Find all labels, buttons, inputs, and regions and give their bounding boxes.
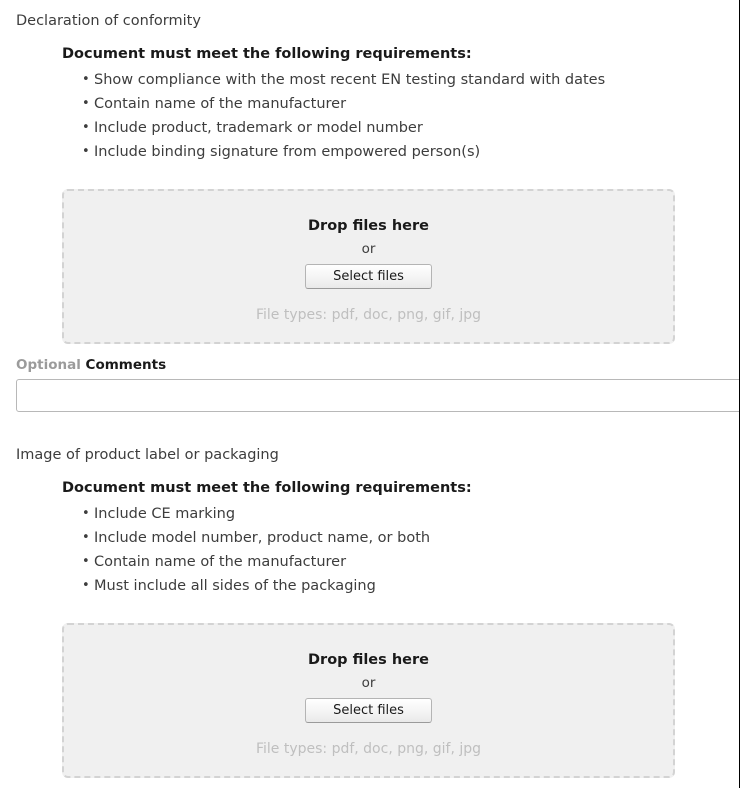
list-item: Contain name of the manufacturer (82, 550, 739, 574)
optional-tag: Optional (16, 357, 81, 373)
list-item: Must include all sides of the packaging (82, 574, 739, 598)
page-viewport: Declaration of conformity Document must … (0, 0, 740, 788)
file-dropzone[interactable]: Drop files here or Select files File typ… (62, 623, 675, 778)
dropzone-or-label: or (361, 241, 376, 257)
list-item: Include product, trademark or model numb… (82, 116, 739, 140)
section-product-label-image: Image of product label or packaging Docu… (0, 434, 739, 788)
comments-label: Optional Comments (16, 356, 739, 374)
comments-label-text: Comments (85, 357, 167, 373)
requirements-block: Document must meet the following require… (0, 31, 739, 164)
requirements-list: Show compliance with the most recent EN … (62, 68, 739, 164)
dropzone-wrapper: Drop files here or Select files File typ… (0, 164, 739, 344)
comments-block: Optional Comments (0, 778, 739, 788)
requirements-heading: Document must meet the following require… (62, 480, 472, 496)
list-item: Contain name of the manufacturer (82, 92, 739, 116)
file-dropzone[interactable]: Drop files here or Select files File typ… (62, 189, 675, 344)
section-title: Image of product label or packaging (16, 447, 279, 463)
dropzone-title: Drop files here (308, 218, 429, 234)
list-item: Include model number, product name, or b… (82, 526, 739, 550)
select-files-button[interactable]: Select files (305, 698, 432, 723)
dropzone-wrapper: Drop files here or Select files File typ… (0, 598, 739, 778)
dropzone-file-types: File types: pdf, doc, png, gif, jpg (255, 307, 482, 323)
list-item: Show compliance with the most recent EN … (82, 68, 739, 92)
requirements-heading: Document must meet the following require… (62, 46, 472, 62)
requirements-block: Document must meet the following require… (0, 465, 739, 598)
list-item: Include CE marking (82, 502, 739, 526)
dropzone-file-types: File types: pdf, doc, png, gif, jpg (255, 741, 482, 757)
list-item: Include binding signature from empowered… (82, 140, 739, 164)
comments-block: Optional Comments (0, 344, 739, 412)
requirements-list: Include CE marking Include model number,… (62, 502, 739, 598)
section-declaration-of-conformity: Declaration of conformity Document must … (0, 0, 739, 412)
upload-form: Declaration of conformity Document must … (0, 0, 739, 788)
select-files-button[interactable]: Select files (305, 264, 432, 289)
comments-input[interactable] (16, 379, 739, 412)
dropzone-or-label: or (361, 675, 376, 691)
section-title: Declaration of conformity (16, 13, 201, 29)
dropzone-title: Drop files here (308, 652, 429, 668)
